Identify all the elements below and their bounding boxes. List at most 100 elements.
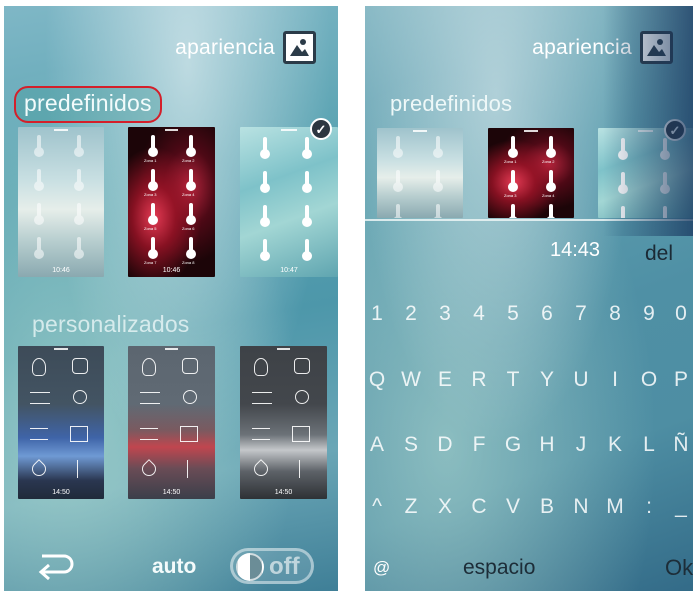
ac-icon <box>30 392 50 404</box>
key[interactable]: M <box>604 495 626 519</box>
thermometer-icon <box>260 239 270 261</box>
predefinidos-label[interactable]: predefinidos <box>14 86 162 123</box>
thumbnail-time: 10:46 <box>52 267 70 274</box>
thermometer-icon <box>393 204 403 218</box>
key[interactable]: 9 <box>638 302 660 326</box>
thermometer-icon <box>186 237 196 259</box>
thermometer-icon <box>508 136 518 158</box>
key[interactable]: U <box>570 368 592 392</box>
key[interactable]: K <box>604 433 626 457</box>
space-key[interactable]: espacio <box>463 556 535 580</box>
key[interactable]: O <box>638 368 660 392</box>
image-icon[interactable] <box>640 31 673 64</box>
heater-icon <box>140 428 158 440</box>
key[interactable]: Y <box>536 368 558 392</box>
theme-thumbnail-red[interactable]: Zona 1 Zona 2 Zona 3 Zona 4 Zona 5 Zona … <box>128 127 215 277</box>
key[interactable]: N <box>570 495 592 519</box>
key[interactable]: : <box>638 495 660 519</box>
key[interactable]: 0 <box>670 302 692 326</box>
thermometer-icon <box>148 237 158 259</box>
key[interactable]: A <box>366 433 388 457</box>
theme-thumbnail-sea[interactable] <box>377 128 463 218</box>
key[interactable]: C <box>468 495 490 519</box>
theme-thumbnail-grass[interactable]: 10:47 <box>240 127 338 277</box>
title-row: apariencia <box>532 31 673 64</box>
predefinidos-label[interactable]: predefinidos <box>390 91 512 117</box>
personalizados-label: personalizados <box>32 311 190 337</box>
drop-icon <box>139 459 159 479</box>
ac-icon <box>252 392 272 404</box>
theme-thumbnail-red[interactable]: Zona 1 Zona 2 Zona 3 Zona 4 <box>488 128 574 218</box>
appearance-screen-left: apariencia predefinidos 10:46 Zona 1 Zon… <box>4 6 338 591</box>
heater-icon <box>252 428 270 440</box>
key[interactable]: P <box>670 368 692 392</box>
key[interactable]: S <box>400 433 422 457</box>
key[interactable]: L <box>638 433 660 457</box>
key[interactable]: 4 <box>468 302 490 326</box>
thermometer-icon <box>508 170 518 192</box>
irrigation-icon <box>298 460 300 478</box>
key[interactable]: 7 <box>570 302 592 326</box>
key[interactable]: F <box>468 433 490 457</box>
zone-label: Zona 4 <box>542 193 555 198</box>
key[interactable]: 3 <box>434 302 456 326</box>
key[interactable]: ^ <box>366 495 388 519</box>
irrigation-icon <box>186 460 188 478</box>
custom-thumbnail-dark[interactable]: 14:50 <box>18 346 104 499</box>
bulb-icon <box>32 358 46 376</box>
key[interactable]: E <box>434 368 456 392</box>
status-bar <box>637 130 654 132</box>
key[interactable]: 8 <box>604 302 626 326</box>
image-icon[interactable] <box>283 31 316 64</box>
key[interactable]: Z <box>400 495 422 519</box>
key[interactable]: 2 <box>400 302 422 326</box>
bottom-bar: auto off <box>4 546 338 591</box>
key[interactable]: I <box>604 368 626 392</box>
thumbnail-time: 14:50 <box>52 489 70 496</box>
key[interactable]: B <box>536 495 558 519</box>
toggle-label: off <box>269 553 300 580</box>
thermometer-icon <box>660 138 670 160</box>
key[interactable]: R <box>468 368 490 392</box>
thermometer-icon <box>148 203 158 225</box>
thermometer-icon <box>186 135 196 157</box>
key[interactable]: X <box>434 495 456 519</box>
key[interactable]: Ñ <box>670 433 692 457</box>
theme-thumbnail-sea[interactable]: 10:46 <box>18 127 104 277</box>
theme-thumbnail-grass[interactable] <box>598 128 693 218</box>
key[interactable]: Q <box>366 368 388 392</box>
key[interactable]: H <box>536 433 558 457</box>
keyboard-row-asdf: A S D F G H J K L Ñ <box>365 433 693 463</box>
ac-icon <box>140 392 160 404</box>
zone-label: Zona 7 <box>144 260 157 265</box>
zone-label: Zona 6 <box>182 226 195 231</box>
zone-label: Zona 5 <box>144 226 157 231</box>
key[interactable]: T <box>502 368 524 392</box>
thermometer-icon <box>260 205 270 227</box>
key[interactable]: 6 <box>536 302 558 326</box>
key[interactable]: 1 <box>366 302 388 326</box>
zone-label: Zona 8 <box>182 260 195 265</box>
key[interactable]: J <box>570 433 592 457</box>
return-icon[interactable] <box>34 550 74 582</box>
at-key[interactable]: @ <box>373 558 390 578</box>
bulb-icon <box>142 358 156 376</box>
key[interactable]: W <box>400 368 422 392</box>
key[interactable]: _ <box>670 495 692 519</box>
status-bar <box>164 348 179 350</box>
key[interactable]: D <box>434 433 456 457</box>
title-row: apariencia <box>175 31 316 64</box>
key[interactable]: G <box>502 433 524 457</box>
thermometer-icon <box>546 204 556 218</box>
thermometer-icon <box>546 170 556 192</box>
key[interactable]: V <box>502 495 524 519</box>
custom-thumbnail-grey[interactable]: 14:50 <box>240 346 327 499</box>
delete-key[interactable]: del <box>645 242 673 266</box>
ok-key[interactable]: Ok <box>665 555 693 581</box>
custom-thumbnail-mesh[interactable]: 14:50 <box>128 346 215 499</box>
status-bar <box>54 348 68 350</box>
thermometer-icon <box>74 135 84 157</box>
key[interactable]: 5 <box>502 302 524 326</box>
auto-toggle[interactable]: off <box>230 548 314 584</box>
selected-check-icon: ✓ <box>664 119 686 141</box>
